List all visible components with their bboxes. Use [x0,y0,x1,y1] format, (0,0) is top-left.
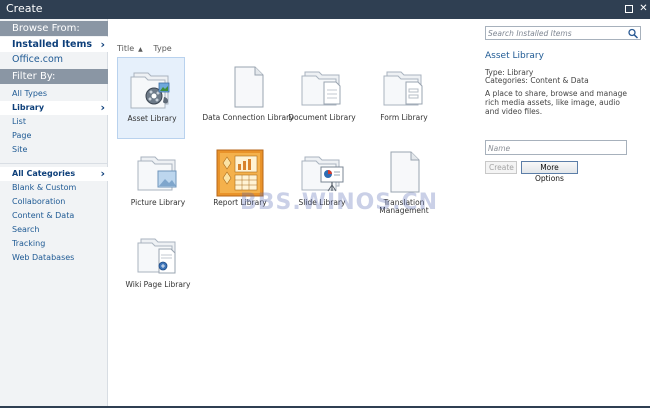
create-button[interactable]: Create [485,161,517,174]
title-bar: Create ✕ [0,0,650,19]
tile-form-library[interactable]: Form Library [370,57,438,139]
chevron-right-icon: › [100,167,105,180]
tile-label: Asset Library [127,114,177,123]
filter-site-label: Site [12,145,28,154]
category-search-label: Search [12,225,40,234]
browse-installed-items[interactable]: Installed Items › [0,37,108,52]
category-collaboration[interactable]: Collaboration [0,195,108,209]
filter-all-types[interactable]: All Types [0,87,108,101]
filter-page[interactable]: Page [0,129,108,143]
category-web-databases-label: Web Databases [12,253,75,262]
filter-list-label: List [12,117,26,126]
tile-label: Picture Library [130,198,186,207]
tile-picture-library[interactable]: Picture Library [124,142,192,224]
sort-header: Title ▲ Type [117,44,176,53]
tile-label: Document Library [288,113,356,122]
filter-all-types-label: All Types [12,89,48,98]
maximize-icon[interactable] [625,5,633,13]
name-field[interactable] [488,142,624,154]
document-page-icon [234,66,264,108]
document-library-icon [301,71,341,106]
category-web-databases[interactable]: Web Databases [0,251,108,265]
chevron-right-icon: › [100,101,105,114]
filter-page-label: Page [12,131,32,140]
category-collaboration-label: Collaboration [12,197,66,206]
dialog-title: Create [6,2,43,15]
watermark: BBS.WINOS.CN [240,190,439,215]
category-blank-custom-label: Blank & Custom [12,183,77,192]
tile-label: Wiki Page Library [125,280,191,289]
filter-library[interactable]: Library › [0,101,108,115]
chevron-right-icon: › [100,38,105,51]
browse-installed-items-label: Installed Items [12,39,93,50]
category-content-data-label: Content & Data [12,211,75,220]
filter-list[interactable]: List [0,115,108,129]
filter-library-label: Library [12,103,45,112]
category-all-categories[interactable]: All Categories › [0,167,108,181]
more-options-button[interactable]: More Options [521,161,578,183]
category-blank-custom[interactable]: Blank & Custom [0,181,108,195]
category-content-data[interactable]: Content & Data [0,209,108,223]
tile-data-connection-library[interactable]: Data Connection Library [202,57,294,139]
tile-label: Form Library [380,113,428,122]
form-library-icon [383,71,423,106]
filter-by-header: Filter By: [0,69,108,84]
details-title: Asset Library [485,51,544,61]
category-all-categories-label: All Categories [12,169,76,178]
create-dialog: Create ✕ Browse From: Installed Items › … [0,0,650,408]
browse-office-com[interactable]: Office.com [0,52,108,67]
close-icon[interactable]: ✕ [638,3,649,14]
tile-document-library[interactable]: Document Library [288,57,356,139]
search-box [485,26,641,40]
left-nav: Browse From: Installed Items › Office.co… [0,19,108,408]
sort-by-title[interactable]: Title [117,44,134,53]
category-tracking-label: Tracking [12,239,46,248]
category-tracking[interactable]: Tracking [0,237,108,251]
category-search[interactable]: Search [0,223,108,237]
browse-from-header: Browse From: [0,21,108,36]
wiki-page-library-icon [137,238,176,274]
tile-wiki-page-library[interactable]: Wiki Page Library [124,224,192,306]
picture-library-icon [137,156,177,191]
details-panel: Asset Library Type: Library Categories: … [475,19,650,408]
sort-by-type[interactable]: Type [153,44,171,53]
details-categories: Categories: Content & Data [485,76,589,85]
name-field-box [485,140,627,155]
asset-library-icon [130,72,170,109]
filter-site[interactable]: Site [0,143,108,157]
browse-office-com-label: Office.com [12,54,64,65]
search-input[interactable] [488,27,626,39]
tile-asset-library[interactable]: Asset Library [117,57,185,139]
details-description: A place to share, browse and manage rich… [485,89,627,116]
nav-divider [0,163,108,164]
sort-ascending-icon: ▲ [138,46,143,53]
search-icon[interactable] [627,28,639,39]
